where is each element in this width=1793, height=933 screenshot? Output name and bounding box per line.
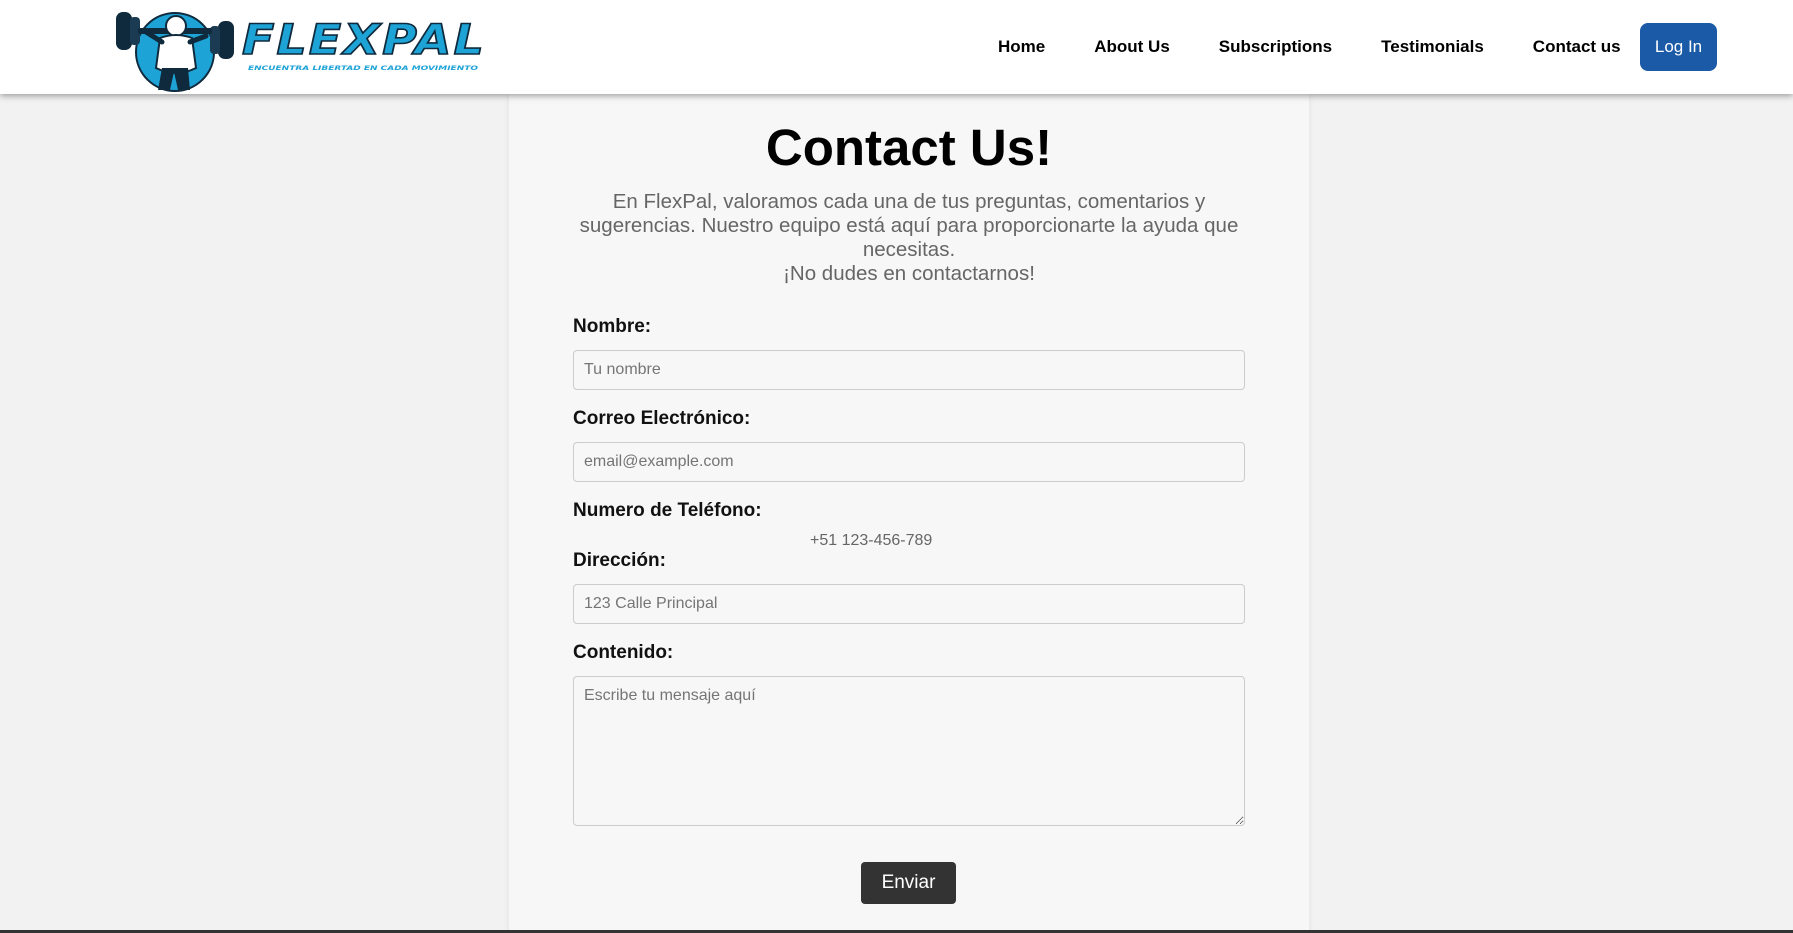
- message-textarea[interactable]: [573, 676, 1245, 826]
- name-input[interactable]: [573, 350, 1245, 390]
- name-label: Nombre:: [573, 316, 652, 337]
- email-label: Correo Electrónico:: [573, 408, 751, 429]
- svg-text:FLEXPAL: FLEXPAL: [242, 15, 486, 64]
- nav-subscriptions[interactable]: Subscriptions: [1219, 37, 1332, 57]
- contact-panel: Contact Us! En FlexPal, valoramos cada u…: [509, 94, 1309, 933]
- svg-text:ENCUENTRA LIBERTAD EN CADA MOV: ENCUENTRA LIBERTAD EN CADA MOVIMIENTO: [248, 65, 478, 72]
- page-title: Contact Us!: [765, 119, 1053, 176]
- nav-contact-us[interactable]: Contact us: [1533, 37, 1621, 57]
- intro-paragraph: En FlexPal, valoramos cada una de tus pr…: [579, 190, 1239, 261]
- flexpal-logo[interactable]: FLEXPAL ENCUENTRA LIBERTAD EN CADA MOVIM…: [110, 6, 490, 94]
- top-navbar: FLEXPAL ENCUENTRA LIBERTAD EN CADA MOVIM…: [0, 0, 1793, 94]
- phone-label: Numero de Teléfono:: [573, 500, 762, 521]
- phone-value: +51 123-456-789: [810, 532, 933, 549]
- address-label: Dirección:: [573, 550, 666, 571]
- login-button[interactable]: Log In: [1640, 23, 1717, 71]
- flexpal-wordmark: FLEXPAL ENCUENTRA LIBERTAD EN CADA MOVIM…: [242, 14, 486, 72]
- main-nav: Home About Us Subscriptions Testimonials…: [998, 0, 1670, 94]
- intro-cta: ¡No dudes en contactarnos!: [783, 262, 1035, 285]
- email-input[interactable]: [573, 442, 1245, 482]
- nav-testimonials[interactable]: Testimonials: [1381, 37, 1484, 57]
- content-label: Contenido:: [573, 642, 674, 663]
- intro-text: En FlexPal, valoramos cada una de tus pr…: [569, 190, 1249, 286]
- nav-about-us[interactable]: About Us: [1094, 37, 1170, 57]
- submit-button[interactable]: Enviar: [861, 862, 956, 904]
- address-input[interactable]: [573, 584, 1245, 624]
- nav-home[interactable]: Home: [998, 37, 1045, 57]
